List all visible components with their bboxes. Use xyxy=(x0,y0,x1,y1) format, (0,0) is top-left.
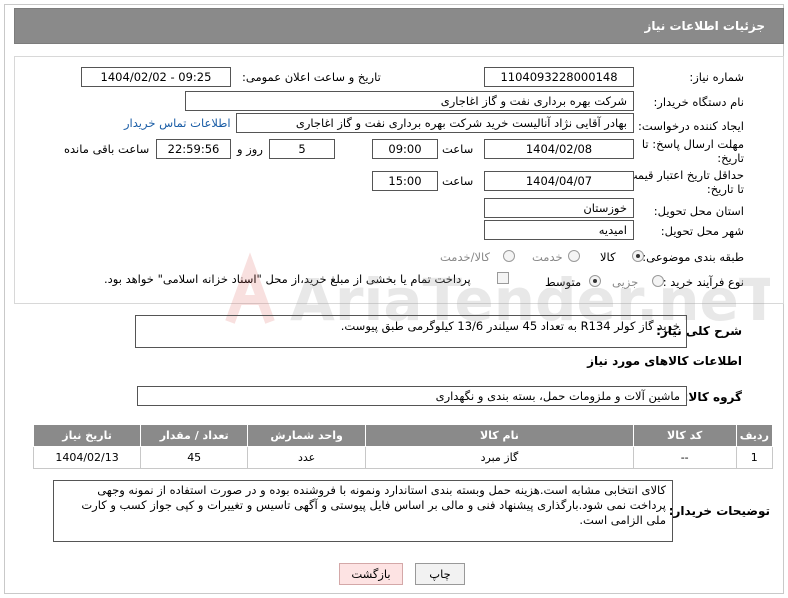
col-row-header: ردیف xyxy=(735,424,774,447)
province-field[interactable]: خوزستان xyxy=(484,198,634,218)
reply-date-field[interactable]: 1404/02/08 xyxy=(484,139,634,159)
category-service-label: خدمت xyxy=(532,250,563,264)
validity-time-field[interactable]: 15:00 xyxy=(372,171,438,191)
creator-label: ایجاد کننده درخواست: xyxy=(638,119,744,133)
col-code-header: کد کالا xyxy=(632,424,737,447)
category-goods-label: کالا xyxy=(600,250,616,264)
province-label: استان محل تحویل: xyxy=(653,204,744,218)
items-table: ردیف کد کالا نام کالا واحد شمارش تعداد /… xyxy=(32,424,774,469)
goods-group-field[interactable]: ماشین آلات و ملزومات حمل، بسته بندی و نگ… xyxy=(137,386,687,406)
process-label: نوع فرآیند خرید : xyxy=(662,275,744,289)
cell-name: گاز مبرد xyxy=(365,446,634,469)
need-number-field[interactable]: 1104093228000148 xyxy=(484,67,634,87)
description-field[interactable]: خرید گاز کولر R134 به تعداد 45 سیلندر 13… xyxy=(135,315,687,348)
table-header-row: ردیف کد کالا نام کالا واحد شمارش تعداد /… xyxy=(32,424,774,447)
cell-row: 1 xyxy=(735,446,774,469)
print-button[interactable]: چاپ xyxy=(415,563,465,585)
treasury-checkbox[interactable] xyxy=(497,272,509,284)
goods-group-label: گروه کالا: xyxy=(683,390,742,404)
back-button[interactable]: بازگشت xyxy=(339,563,403,585)
payment-note: پرداخت تمام یا بخشی از مبلغ خرید،از محل … xyxy=(104,272,471,286)
header-bar: جزئیات اطلاعات نیاز xyxy=(14,8,784,44)
buyer-org-label: نام دستگاه خریدار: xyxy=(653,95,744,109)
process-minor-radio[interactable] xyxy=(652,275,664,287)
cell-qty: 45 xyxy=(140,446,249,469)
col-name-header: نام کالا xyxy=(365,424,634,447)
validity-time-label: ساعت xyxy=(442,174,474,188)
need-number-label: شماره نیاز: xyxy=(689,70,744,84)
notes-label: توضیحات خریدار: xyxy=(668,504,770,518)
cell-code: -- xyxy=(632,446,737,469)
notes-text: کالای انتخابی مشابه است.هزینه حمل وبسته … xyxy=(81,483,666,527)
col-date-header: تاریخ نیاز xyxy=(32,424,142,447)
category-service-radio[interactable] xyxy=(568,250,580,262)
reply-time-label: ساعت xyxy=(442,142,474,156)
notes-field[interactable]: کالای انتخابی مشابه است.هزینه حمل وبسته … xyxy=(53,480,673,542)
category-both-radio[interactable] xyxy=(503,250,515,262)
city-field[interactable]: امیدیه xyxy=(484,220,634,240)
remaining-label: ساعت باقی مانده xyxy=(64,142,150,156)
goods-section-title: اطلاعات کالاهای مورد نیاز xyxy=(587,354,742,368)
city-label: شهر محل تحویل: xyxy=(660,224,744,238)
validity-date-field[interactable]: 1404/04/07 xyxy=(484,171,634,191)
page-title: جزئیات اطلاعات نیاز xyxy=(644,19,765,33)
reply-time-field[interactable]: 09:00 xyxy=(372,139,438,159)
announce-label: تاریخ و ساعت اعلان عمومی: xyxy=(242,70,381,84)
category-both-label: کالا/خدمت xyxy=(440,250,491,264)
days-field[interactable]: 5 xyxy=(269,139,335,159)
process-medium-radio[interactable] xyxy=(589,275,601,287)
reply-deadline-label-2: تاریخ: xyxy=(717,151,744,165)
col-unit-header: واحد شمارش xyxy=(247,424,367,447)
days-label: روز و xyxy=(237,142,263,156)
remaining-time-field[interactable]: 22:59:56 xyxy=(156,139,231,159)
process-minor-label: جزیی xyxy=(612,275,639,289)
creator-field[interactable]: بهادر آقایی نژاد آنالیست خرید شرکت بهره … xyxy=(236,113,634,133)
category-label: طبقه بندی موضوعی: xyxy=(642,250,744,264)
description-text: خرید گاز کولر R134 به تعداد 45 سیلندر 13… xyxy=(340,319,680,333)
validity-label-2: تا تاریخ: xyxy=(706,182,744,196)
col-qty-header: تعداد / مقدار xyxy=(140,424,249,447)
cell-unit: عدد xyxy=(247,446,367,469)
buyer-org-field[interactable]: شرکت بهره برداری نفت و گاز اغاجاری xyxy=(185,91,634,111)
announce-field[interactable]: 1404/02/02 - 09:25 xyxy=(81,67,231,87)
category-goods-radio[interactable] xyxy=(632,250,644,262)
cell-date: 1404/02/13 xyxy=(32,446,142,469)
table-row[interactable]: 1 -- گاز مبرد عدد 45 1404/02/13 xyxy=(32,446,774,469)
reply-deadline-label: مهلت ارسال پاسخ: تا xyxy=(641,137,744,151)
contact-buyer-link[interactable]: اطلاعات تماس خریدار xyxy=(124,116,231,130)
validity-label: حداقل تاریخ اعتبار قیمت: xyxy=(622,168,744,182)
process-medium-label: متوسط xyxy=(545,275,582,289)
